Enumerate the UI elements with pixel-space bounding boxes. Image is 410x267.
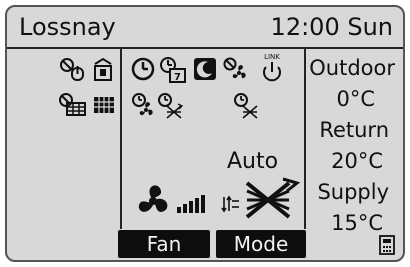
supply-label: Supply [317,180,389,204]
heat-exchange-mode-icon [245,177,301,219]
title-bar: Lossnay 12:00 Sun [7,7,403,45]
clock-display: 12:00 Sun [270,13,393,41]
left-divider [120,49,122,229]
fan-prohibited-icon [223,57,246,79]
fan-speed-bars-icon [177,195,205,213]
weekly-timer-icon: 7 [160,57,186,83]
link-power-icon: LINK [263,53,281,82]
timer-clock-icon [131,57,155,81]
heat-exchange-timer-icon [234,93,258,119]
lock-icon [94,57,112,81]
page-title: Lossnay [19,13,116,41]
svg-text:7: 7 [174,72,181,83]
calculator-icon[interactable] [379,235,395,255]
ventilation-mode-status: Auto [227,149,279,174]
night-setback-icon [194,58,216,80]
outdoor-label: Outdoor [309,56,395,80]
central-control-prohibited-icon [60,58,84,81]
return-label: Return [319,118,389,142]
right-divider [304,49,306,229]
mode-button[interactable]: Mode [216,230,306,258]
bypass-timer-icon [158,93,184,119]
link-label: LINK [264,53,280,61]
filter-icon [94,97,114,113]
lcd-display: Lossnay 12:00 Sun 7 LINK Auto Outdoor 0°… [5,5,405,262]
fan-icon [138,185,168,212]
fan-button[interactable]: Fan [118,230,210,258]
return-temp: 20°C [331,149,383,173]
auto-swap-arrows-icon [221,195,239,213]
header-divider [7,47,403,49]
softkey-bar: Fan Mode [7,229,403,260]
outdoor-temp: 0°C [336,87,375,111]
filter-prohibited-icon [59,93,86,116]
